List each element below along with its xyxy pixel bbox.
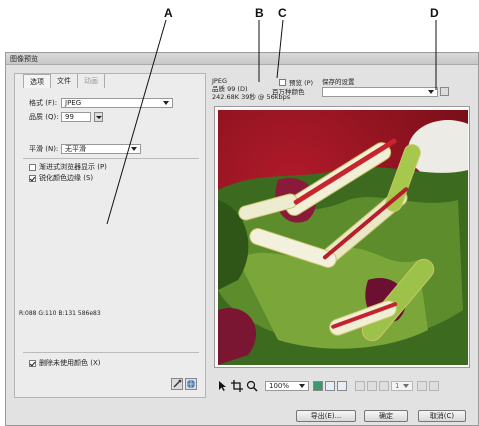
- callout-c-line: [276, 19, 284, 79]
- callout-a-line: [106, 19, 167, 225]
- callout-lines: [106, 19, 437, 225]
